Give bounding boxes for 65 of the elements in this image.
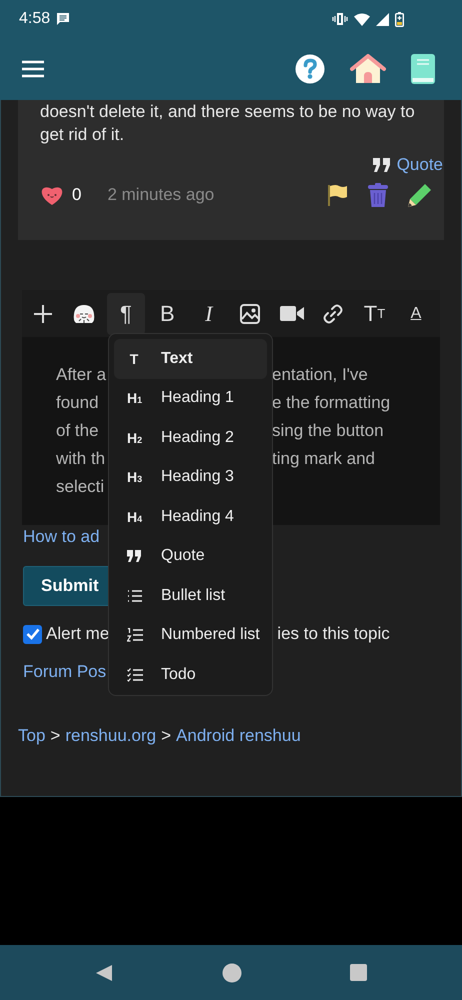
- editor-text: of the: [56, 421, 99, 441]
- signal-icon: [376, 12, 389, 26]
- italic-button[interactable]: I: [190, 292, 228, 334]
- menu-item-label: Quote: [161, 547, 205, 566]
- format-button[interactable]: ¶: [106, 292, 145, 334]
- pencil-icon[interactable]: [408, 183, 432, 207]
- editor-text: ting mark and: [272, 449, 376, 469]
- editor-text: After a: [56, 365, 106, 385]
- forum-link[interactable]: Forum Pos: [23, 662, 106, 682]
- message-icon: [56, 12, 70, 26]
- alert-label: ies to this topic: [277, 624, 390, 644]
- image-icon: [240, 304, 260, 324]
- plus-icon: [33, 304, 53, 324]
- menu-item-marker: T: [128, 350, 140, 367]
- menu-item-label: Bullet list: [161, 586, 226, 605]
- house-icon[interactable]: [350, 54, 386, 84]
- menu-item[interactable]: Todo: [114, 655, 267, 694]
- trash-can-icon[interactable]: [368, 183, 388, 207]
- editor-text: e the formatting: [272, 393, 392, 413]
- menu-icon[interactable]: [21, 60, 45, 78]
- editor-text: sing the button: [272, 421, 385, 441]
- breadcrumb-separator: >: [50, 726, 60, 746]
- quote-icon: [372, 158, 391, 172]
- text-color-button[interactable]: A: [396, 292, 435, 334]
- editor-text: found: [56, 393, 99, 413]
- vibrate-icon: [332, 12, 348, 26]
- menu-item-label: Todo: [161, 666, 196, 684]
- menu-item-label: Numbered list: [161, 626, 260, 644]
- post-text: doesn't delete it, and there seems to be no way to get rid of it.: [40, 101, 416, 146]
- home-icon[interactable]: [222, 962, 242, 982]
- numbered-list-icon: [127, 628, 143, 642]
- editor-text: entation, I've: [272, 365, 369, 385]
- alert-label: Alert me: [46, 624, 110, 644]
- breadcrumb-link[interactable]: Top: [18, 726, 46, 746]
- breadcrumb-link[interactable]: renshuu.org: [65, 726, 156, 746]
- menu-item-label: Heading 3: [161, 468, 234, 486]
- back-icon[interactable]: [95, 964, 113, 982]
- bullet-list-icon: [127, 588, 143, 603]
- alert-checkbox[interactable]: [23, 624, 42, 644]
- wifi-icon: [354, 12, 370, 26]
- help-icon[interactable]: [295, 54, 325, 84]
- breadcrumb-link[interactable]: Android renshuu: [176, 726, 301, 746]
- checklist-icon: [127, 668, 143, 682]
- format-button[interactable]: B: [148, 292, 186, 334]
- breadcrumb-separator: >: [161, 726, 172, 746]
- post-time: 2 minutes ago: [107, 185, 214, 205]
- quote-icon: [127, 550, 141, 562]
- quote-link[interactable]: Quote: [396, 155, 443, 175]
- menu-item-label: Heading 1: [161, 389, 234, 408]
- flag-icon[interactable]: [328, 184, 348, 206]
- like-count: 0: [72, 185, 82, 205]
- cat-face-sticker-icon: [73, 302, 96, 324]
- menu-item[interactable]: Numbered list: [114, 616, 267, 655]
- battery-icon: [395, 12, 404, 26]
- link-icon: [323, 304, 344, 324]
- video-camera-icon: [280, 304, 304, 323]
- menu-item-label: Heading 2: [161, 428, 234, 447]
- menu-item-label: Text: [161, 350, 193, 368]
- editor-text: with th: [56, 449, 106, 469]
- menu-item[interactable]: T Text: [114, 339, 267, 378]
- menu-item-label: Heading 4: [161, 508, 234, 526]
- editor-text: selecti: [56, 477, 104, 497]
- status-time: 4:58: [19, 10, 50, 28]
- help-link[interactable]: How to ad: [23, 527, 100, 547]
- heart-face-icon[interactable]: [40, 184, 64, 206]
